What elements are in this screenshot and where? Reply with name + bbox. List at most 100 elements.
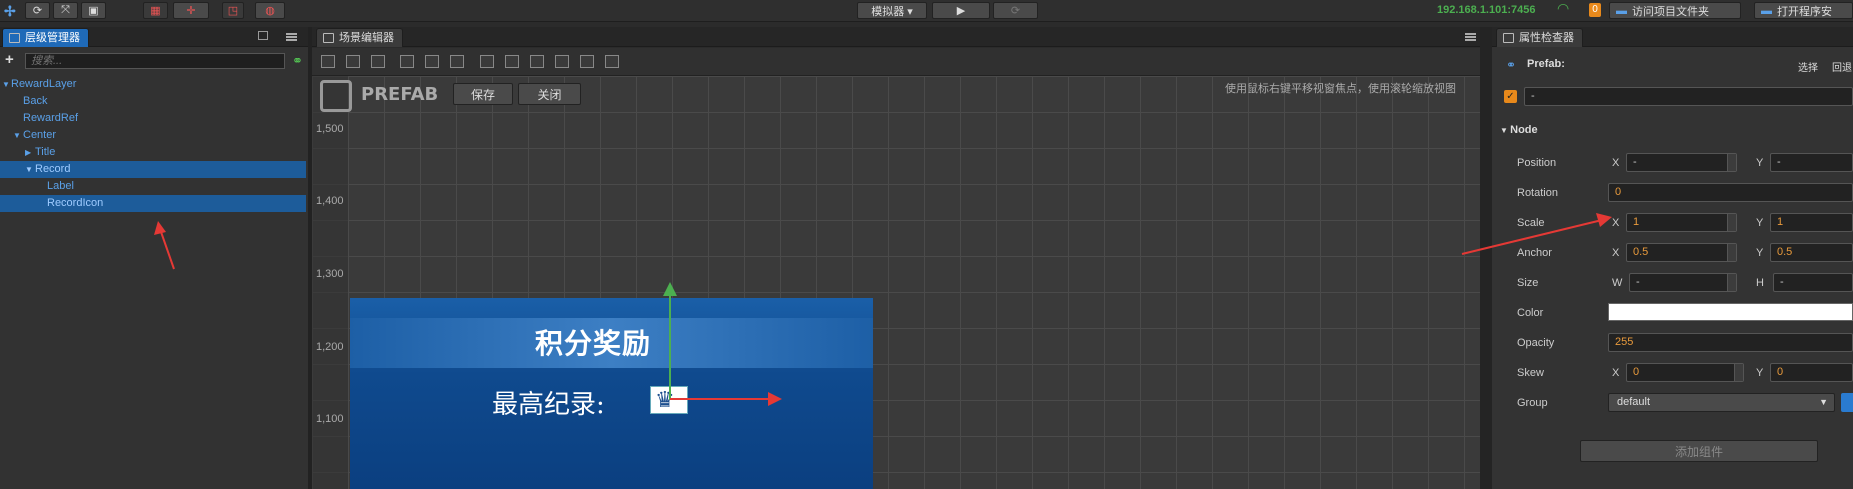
gizmo-x-arrow-icon[interactable] [768,392,782,406]
tree-arrow[interactable]: ▶ [25,144,31,161]
scale-x-value: 1 [1633,216,1640,228]
frame-button[interactable]: ▣ [81,2,106,19]
stepper-icon[interactable] [1734,364,1743,381]
group-edit-button[interactable] [1841,393,1853,412]
y-tick-label: 1,400 [316,195,344,207]
notification-badge: 0 [1589,3,1601,17]
align-top-icon[interactable] [321,55,335,68]
expand-button[interactable]: ⤧ [53,2,78,19]
scale-y-input[interactable]: 1 [1770,213,1853,232]
add-icon[interactable]: ✢ [4,3,16,20]
simulator-select[interactable]: 模拟器 ▾ [857,2,927,19]
tab-scene-label: 场景编辑器 [339,32,394,44]
open-app-data-label: 打开程序安 [1777,5,1832,18]
tree-item-record[interactable]: ▼ Record [0,161,306,178]
rect-tool-button[interactable]: ◳ [222,2,244,19]
prefab-revert-button[interactable]: 回退 [1832,59,1852,74]
y-tick-label: 1,100 [316,413,344,425]
refresh-button[interactable]: ⟳ [25,2,50,19]
color-swatch[interactable] [1608,303,1853,321]
align-bottom-icon[interactable] [371,55,385,68]
reload-button[interactable]: ⟳ [993,2,1038,19]
position-x-input[interactable]: - [1626,153,1737,172]
popout-icon[interactable] [258,31,268,40]
align-hcenter-icon[interactable] [425,55,439,68]
distribute-top-icon[interactable] [480,55,494,68]
tree-item-rewardref[interactable]: RewardRef [0,110,306,127]
tree-item-label: RecordIcon [47,197,104,209]
close-button[interactable]: 关闭 [518,83,581,105]
prefab-title: PREFAB [361,84,439,105]
distribute-right-icon[interactable] [605,55,619,68]
tree-arrow[interactable]: ▼ [25,161,33,178]
move-tool-button[interactable]: ✛ [173,2,209,19]
prefab-select-button[interactable]: 选择 [1798,59,1818,74]
gizmo-y-axis[interactable] [669,292,671,400]
opacity-input[interactable]: 255 [1608,333,1853,352]
stepper-icon[interactable] [1727,274,1736,291]
skew-x-input[interactable]: 0 [1626,363,1744,382]
node-active-checkbox[interactable]: ✓ [1504,90,1517,103]
align-left-icon[interactable] [400,55,414,68]
node-section-header[interactable]: ▼ Node [1500,124,1538,136]
anchor-x-value: 0.5 [1633,246,1649,258]
tab-inspector[interactable]: 属性检查器 [1496,28,1583,47]
search-input[interactable] [25,53,285,69]
tab-hierarchy-label: 层级管理器 [25,32,80,44]
scene-hint: 使用鼠标右键平移视窗焦点，使用滚轮缩放视图 [1225,83,1456,95]
skew-x-axis-label: X [1612,367,1620,379]
gizmo-x-axis[interactable] [670,398,770,400]
add-node-button[interactable]: + [5,51,14,68]
group-select[interactable]: default ▼ [1608,393,1835,412]
skew-y-input[interactable]: 0 [1770,363,1853,382]
tab-scene-editor[interactable]: 场景编辑器 [316,28,403,47]
position-y-input[interactable]: - [1770,153,1853,172]
tree-item-recordicon[interactable]: RecordIcon [0,195,306,212]
stepper-icon[interactable] [1727,244,1736,261]
scene-tabbar [312,27,1480,47]
tree-item-rewardlayer[interactable]: ▼ RewardLayer [0,76,306,93]
stepper-icon[interactable] [1727,154,1736,171]
align-right-icon[interactable] [450,55,464,68]
anchor-x-input[interactable]: 0.5 [1626,243,1737,262]
tab-hierarchy[interactable]: 层级管理器 [2,28,89,47]
tree-item-label: Back [23,95,48,107]
tree-item-title[interactable]: ▶ Title [0,144,306,161]
menu-icon[interactable] [1465,33,1476,41]
distribute-hcenter-icon[interactable] [580,55,594,68]
size-h-input[interactable]: - [1773,273,1853,292]
rotation-input[interactable]: 0 [1608,183,1853,202]
tree-arrow[interactable]: ▼ [2,76,10,93]
open-project-folder-button[interactable]: ▬ 访问项目文件夹 [1609,2,1741,19]
anchor-y-input[interactable]: 0.5 [1770,243,1853,262]
stepper-icon[interactable] [1727,214,1736,231]
tree-item-center[interactable]: ▼ Center [0,127,306,144]
game-title: 积分奖励 [535,327,652,360]
tree-item-back[interactable]: Back [0,93,306,110]
node-name-input[interactable]: - [1524,87,1853,106]
distribute-bottom-icon[interactable] [530,55,544,68]
save-button[interactable]: 保存 [453,83,513,105]
scale-x-input[interactable]: 1 [1626,213,1737,232]
top-toolbar: ✢ ⟳ ⤧ ▣ ▦ ✛ ◳ ◍ 模拟器 ▾ ▶ ⟳ 192.168.1.101:… [0,0,1853,22]
gizmo-y-arrow-icon[interactable] [663,282,677,296]
tree-arrow[interactable]: ▼ [13,127,21,144]
menu-icon[interactable] [286,33,297,41]
snap-tool-button[interactable]: ◍ [255,2,285,19]
distribute-left-icon[interactable] [555,55,569,68]
open-app-data-button[interactable]: ▬ 打开程序安 [1754,2,1853,19]
link-icon[interactable]: ⚭ [292,53,303,69]
gizmo-icon[interactable]: ▦ [143,2,168,19]
play-button[interactable]: ▶ [932,2,990,19]
add-component-button[interactable]: 添加组件 [1580,440,1818,462]
distribute-vcenter-icon[interactable] [505,55,519,68]
node-section-title: Node [1510,124,1538,136]
inspector-icon [1503,33,1514,43]
align-vcenter-icon[interactable] [346,55,360,68]
tree-item-label[interactable]: Label [0,178,306,195]
annotation-arrow [1461,213,1612,255]
anchor-y-axis-label: Y [1756,247,1764,259]
tree-item-label: Center [23,129,57,141]
size-w-input[interactable]: - [1629,273,1737,292]
group-select-value: default [1617,396,1651,408]
